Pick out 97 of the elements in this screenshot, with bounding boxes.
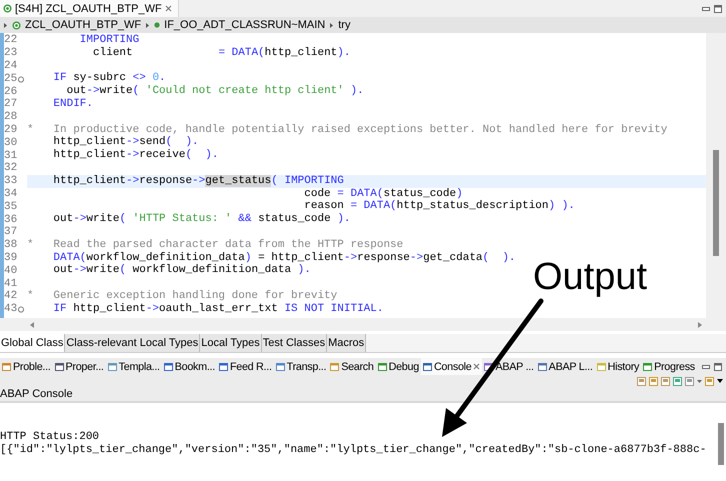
- console-line: HTTP Status:200: [0, 431, 100, 444]
- code-line: code = DATA(status_code): [303, 188, 464, 200]
- maximize-icon[interactable]: [714, 362, 722, 370]
- class-tab[interactable]: Class-relevant Local Types: [65, 334, 200, 352]
- code-line: http_client->receive( ).: [52, 149, 220, 162]
- breadcrumb-item[interactable]: try: [338, 19, 350, 31]
- class-tab[interactable]: Local Types: [200, 334, 262, 352]
- code-line: out->write( 'HTTP Status: ' && status_code ).: [52, 213, 352, 226]
- window-icon: [218, 362, 228, 371]
- line-number: 33: [4, 175, 18, 188]
- toolbar-icon[interactable]: [649, 376, 658, 386]
- view-tab[interactable]: ABAP ...: [482, 358, 536, 375]
- editor-tab[interactable]: [S4H] ZCL_OAUTH_BTP_WF: [0, 0, 179, 17]
- window-icon: [378, 362, 387, 371]
- chevron-icon: [145, 22, 150, 28]
- line-number: 28: [4, 111, 18, 124]
- view-tab[interactable]: Transp...: [274, 358, 328, 375]
- line-number: 36: [4, 214, 18, 226]
- line-number: 34: [4, 188, 18, 200]
- code-line: * In productive code, handle potentially raised exceptions better. Not handled here for brevity: [27, 124, 668, 136]
- line-number: 25: [4, 72, 26, 85]
- line-number: 35: [4, 200, 18, 213]
- view-tab[interactable]: History: [594, 358, 642, 375]
- view-tab[interactable]: Bookm...: [162, 358, 217, 375]
- view-tab[interactable]: Templa...: [106, 358, 162, 375]
- code-line: http_client->send( ).: [52, 136, 200, 149]
- dropdown-icon[interactable]: [717, 379, 723, 383]
- breadcrumb-item[interactable]: IF_OO_ADT_CLASSRUN~MAIN: [164, 19, 326, 31]
- window-icon: [422, 362, 432, 371]
- line-number: 29: [4, 124, 18, 136]
- vertical-scrollbar[interactable]: [706, 33, 726, 318]
- view-tab[interactable]: Console: [420, 358, 482, 375]
- class-tab[interactable]: Macros: [327, 334, 366, 352]
- code-line: * Generic exception handling done for brevity: [27, 290, 338, 303]
- window-icon: [108, 362, 117, 371]
- class-tab[interactable]: Global Class: [0, 334, 66, 352]
- code-line: DATA(workflow_definition_data) = http_client->response->get_cdata( ).: [52, 252, 517, 264]
- toolbar-icon[interactable]: [637, 376, 646, 386]
- line-number: 32: [4, 162, 18, 174]
- chevron-icon: [3, 22, 8, 28]
- view-tab[interactable]: ABAP L...: [536, 358, 595, 375]
- minimize-icon[interactable]: [702, 6, 710, 10]
- window-icon: [276, 362, 285, 371]
- view-tab[interactable]: Search: [328, 358, 376, 375]
- line-number: 27: [4, 98, 18, 110]
- console-line: [{"id":"lylpts_tier_change","version":"35","name":"lylpts_tier_change","createdBy":"sb-clone-a6877b3f-888c-: [0, 444, 708, 457]
- breadcrumb-item[interactable]: ZCL_OAUTH_BTP_WF: [25, 19, 142, 31]
- line-number: 42: [4, 290, 18, 302]
- console-title: ABAP Console: [0, 388, 73, 400]
- horizontal-scrollbar[interactable]: [0, 318, 726, 331]
- window-icon: [54, 362, 64, 371]
- code-line: IF sy-subrc <> 0.: [52, 72, 167, 85]
- class-tab[interactable]: Test Classes: [262, 334, 328, 352]
- code-line: client = DATA(http_client).: [92, 46, 352, 60]
- window-icon: [596, 362, 606, 371]
- line-number: 31: [4, 150, 18, 162]
- line-number: 24: [4, 60, 18, 72]
- code-line: IF http_client->oauth_last_err_txt IS NOT INITIAL.: [52, 302, 384, 316]
- code-line: out->write( workflow_definition_data ).: [52, 264, 312, 278]
- close-icon[interactable]: [473, 363, 480, 370]
- line-number: 22: [4, 34, 18, 46]
- code-line: IMPORTING: [78, 34, 140, 47]
- view-tab[interactable]: Proble...: [0, 358, 53, 375]
- line-number: 30: [4, 136, 18, 149]
- line-number: 26: [4, 86, 18, 98]
- minimize-icon[interactable]: [702, 364, 710, 368]
- code-line: ENDIF.: [52, 98, 94, 111]
- line-number: 23: [4, 47, 18, 60]
- close-icon[interactable]: [164, 5, 172, 12]
- chevron-icon: [329, 22, 334, 28]
- toolbar-icon[interactable]: [705, 376, 714, 386]
- maximize-icon[interactable]: [714, 4, 722, 12]
- line-number: 37: [4, 226, 18, 238]
- scroll-right-icon[interactable]: [698, 322, 702, 328]
- window-icon: [164, 362, 173, 371]
- scroll-left-icon[interactable]: [30, 322, 34, 328]
- view-tab[interactable]: Feed R...: [216, 358, 274, 375]
- window-icon: [2, 362, 11, 371]
- dot-icon: [154, 22, 160, 28]
- window-icon: [330, 362, 340, 371]
- window-icon: [538, 362, 547, 371]
- window-icon: [643, 362, 652, 371]
- code-line: reason = DATA(http_status_description) ).: [303, 200, 576, 213]
- line-number: 43: [4, 303, 26, 316]
- code-line: out->write( 'Could not create http client' ).: [66, 85, 365, 98]
- toolbar-icon[interactable]: [661, 376, 670, 386]
- line-number: 40: [4, 264, 18, 277]
- toolbar-icon[interactable]: [685, 376, 694, 386]
- line-number: 39: [4, 252, 18, 264]
- annotation-label: Output: [533, 256, 648, 299]
- line-number: 38: [4, 239, 18, 252]
- line-number: 41: [4, 278, 18, 290]
- view-tab[interactable]: Debug: [376, 358, 421, 375]
- toolbar-icon[interactable]: [673, 376, 682, 386]
- view-tab[interactable]: Proper...: [52, 358, 106, 375]
- code-line: * Read the parsed character data from the HTTP response: [27, 238, 404, 252]
- view-tab[interactable]: Progress: [641, 358, 697, 375]
